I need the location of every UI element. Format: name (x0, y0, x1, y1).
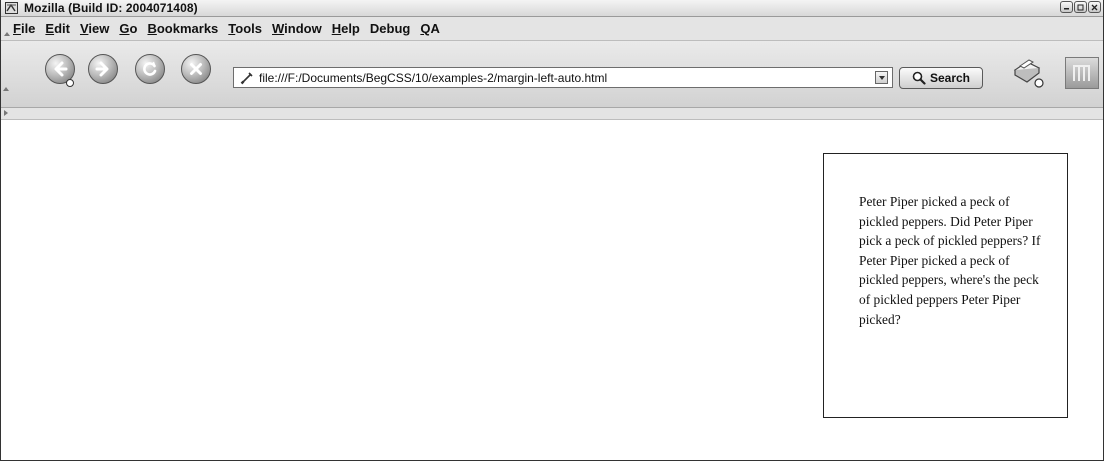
title-bar[interactable]: Mozilla (Build ID: 2004071408) (1, 0, 1103, 17)
url-bar[interactable]: file:///F:/Documents/BegCSS/10/examples-… (233, 67, 893, 88)
stop-icon (190, 63, 202, 75)
browser-window: Mozilla (Build ID: 2004071408) File Edit… (0, 0, 1104, 461)
search-button[interactable]: Search (899, 67, 983, 89)
content-sidebar-toggle[interactable] (1, 108, 1103, 120)
url-text[interactable]: file:///F:/Documents/BegCSS/10/examples-… (259, 71, 607, 85)
menu-go[interactable]: Go (119, 20, 137, 37)
navigation-toolbar: file:///F:/Documents/BegCSS/10/examples-… (1, 41, 1103, 108)
menu-debug[interactable]: Debug (370, 20, 410, 37)
margin-left-auto-box: Peter Piper picked a peck of pickled pep… (823, 153, 1068, 418)
search-icon (912, 71, 926, 85)
page-proxy-icon[interactable] (239, 70, 255, 86)
back-history-dropdown[interactable] (66, 79, 74, 87)
menu-file[interactable]: File (13, 20, 35, 37)
url-history-dropdown[interactable] (875, 71, 888, 84)
window-controls (1060, 1, 1101, 13)
forward-button[interactable] (88, 54, 118, 84)
menu-view[interactable]: View (80, 20, 109, 37)
maximize-button[interactable] (1074, 1, 1087, 13)
menu-tools[interactable]: Tools (228, 20, 262, 37)
print-button[interactable] (1009, 56, 1047, 90)
close-button[interactable] (1088, 1, 1101, 13)
menu-bar: File Edit View Go Bookmarks Tools Window… (1, 17, 1103, 41)
menu-window[interactable]: Window (272, 20, 322, 37)
search-label: Search (929, 71, 971, 85)
window-title: Mozilla (Build ID: 2004071408) (24, 1, 198, 15)
menu-bookmarks[interactable]: Bookmarks (147, 20, 218, 37)
menu-qa[interactable]: QA (420, 20, 440, 37)
mozilla-m-logo-icon (1073, 65, 1090, 81)
forward-arrow-icon (95, 61, 109, 77)
back-arrow-icon (54, 61, 68, 77)
stop-button[interactable] (181, 54, 211, 84)
app-icon (4, 2, 18, 15)
menu-help[interactable]: Help (332, 20, 360, 37)
menubar-grip[interactable] (3, 19, 10, 39)
reload-icon (143, 61, 157, 76)
toolbar-grip[interactable] (3, 87, 9, 91)
print-icon (1013, 59, 1044, 88)
throbber-logo[interactable] (1065, 57, 1099, 89)
reload-button[interactable] (135, 54, 165, 84)
peter-piper-paragraph: Peter Piper picked a peck of pickled pep… (859, 194, 1041, 327)
minimize-button[interactable] (1060, 1, 1073, 13)
menu-edit[interactable]: Edit (45, 20, 70, 37)
page-content: Peter Piper picked a peck of pickled pep… (1, 108, 1103, 459)
